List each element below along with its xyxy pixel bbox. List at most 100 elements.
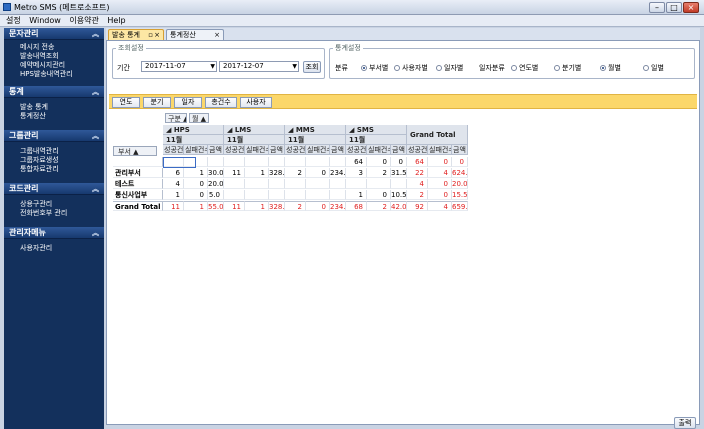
sidebar-item-group-create[interactable]: 그룹자료생성 [20, 156, 104, 165]
close-icon[interactable]: × [214, 30, 220, 40]
sidebar-item-hps[interactable]: HPS발송내역관리 [20, 70, 104, 79]
minimize-button[interactable]: – [649, 2, 665, 13]
table-cell [306, 157, 330, 167]
sidebar-item-reserved[interactable]: 예약메시지관리 [20, 61, 104, 70]
sidebar-section-message[interactable]: 문자관리 ︽ [4, 28, 104, 40]
sidebar-item-group-list[interactable]: 그룹내역관리 [20, 147, 104, 156]
table-cell: 10.5 [391, 190, 407, 200]
radio-quarterly[interactable]: 분기별 [554, 63, 581, 73]
sidebar-item-phonebook[interactable]: 전화번호부 관리 [20, 209, 104, 218]
tab-send-stats[interactable]: 발송 통계 ▫ × [108, 29, 164, 40]
sidebar-item-send[interactable]: 메시지 전송 [20, 43, 104, 52]
chevron-up-icon[interactable]: ︽ [92, 86, 99, 98]
table-cell: 22 [407, 168, 428, 178]
radio-daily[interactable]: 일별 [643, 63, 664, 73]
sidebar-item-send-stats[interactable]: 발송 통계 [20, 103, 104, 112]
table-cell: 0 [306, 168, 330, 178]
grand-total-header: Grand Total [407, 125, 468, 145]
radio-by-date[interactable]: 일자별 [436, 63, 463, 73]
menu-help[interactable]: Help [107, 15, 125, 27]
col-field-month[interactable]: 월 ▲ [189, 113, 209, 123]
sidebar-item-settlement[interactable]: 통계정산 [20, 112, 104, 121]
dropdown-icon[interactable]: ▼ [292, 62, 297, 71]
table-cell: 2 [367, 168, 391, 178]
sub-header: 실패건수 [367, 145, 391, 155]
field-year[interactable]: 연도 [112, 97, 140, 108]
table-cell: 0 [428, 179, 452, 189]
sub-header: 실패건수 [245, 145, 269, 155]
table-cell [306, 190, 330, 200]
sidebar-item-integrated[interactable]: 통합자료관리 [20, 165, 104, 174]
table-cell: 20.0 [208, 179, 224, 189]
menu-settings[interactable]: 설정 [6, 15, 21, 27]
table-cell [269, 179, 285, 189]
field-user[interactable]: 사용자 [240, 97, 272, 108]
table-cell: 1 [163, 190, 184, 200]
chevron-up-icon[interactable]: ︽ [92, 227, 99, 239]
table-cell [285, 157, 306, 167]
table-cell: 3 [346, 168, 367, 178]
menu-window[interactable]: Window [29, 15, 61, 27]
sub-header: 실패건수 [184, 145, 208, 155]
date-category-label: 일자분류 [479, 64, 505, 72]
table-cell: 0 [428, 157, 452, 167]
title-bar: Metro SMS (메트로소프트) – □ × [0, 0, 704, 15]
table-cell [346, 179, 367, 189]
pin-icon[interactable]: ▫ [148, 30, 153, 40]
radio-monthly[interactable]: 월별 [600, 63, 621, 73]
chevron-up-icon[interactable]: ︽ [92, 28, 99, 40]
radio-by-department[interactable]: 부서별 [361, 63, 388, 73]
search-button[interactable]: 조회 [303, 61, 321, 73]
menu-terms[interactable]: 이용약관 [69, 15, 98, 27]
sub-header: 금액 [452, 145, 468, 155]
row-field-department[interactable]: 부서 ▲ [113, 146, 157, 156]
field-date[interactable]: 일자 [174, 97, 202, 108]
table-cell: 4 [407, 179, 428, 189]
group-header-lms[interactable]: ◢ LMS [224, 125, 285, 135]
table-cell: 30.0 [208, 168, 224, 178]
sidebar-section-code[interactable]: 코드관리 ︽ [4, 183, 104, 195]
close-button[interactable]: × [683, 2, 699, 13]
month-header: 11월 [163, 135, 224, 145]
group-header-sms[interactable]: ◢ SMS [346, 125, 407, 135]
sidebar-section-group[interactable]: 그룹관리 ︽ [4, 130, 104, 142]
date-to-field[interactable]: 2017-12-07 ▼ [219, 61, 299, 72]
print-button[interactable]: 출력 [674, 417, 696, 429]
table-cell [285, 179, 306, 189]
field-total-count[interactable]: 총건수 [205, 97, 237, 108]
tab-settlement[interactable]: 통계정산 × [166, 29, 224, 40]
table-cell: 0 [306, 201, 330, 211]
maximize-button[interactable]: □ [666, 2, 682, 13]
group-header-mms[interactable]: ◢ MMS [285, 125, 346, 135]
table-cell: 1 [245, 201, 269, 211]
close-icon[interactable]: × [154, 30, 160, 40]
radio-yearly[interactable]: 연도별 [511, 63, 538, 73]
date-from-field[interactable]: 2017-11-07 ▼ [141, 61, 217, 72]
field-quarter[interactable]: 분기 [143, 97, 171, 108]
chevron-up-icon[interactable]: ︽ [92, 183, 99, 195]
radio-by-user[interactable]: 사용자별 [394, 63, 428, 73]
table-cell [245, 179, 269, 189]
row-label: 테스트 [113, 179, 163, 189]
table-cell: 2 [285, 168, 306, 178]
table-cell [391, 179, 407, 189]
content-panel: 조회설정 기간 2017-11-07 ▼ 2017-12-07 ▼ 조회 통계설정 … [106, 40, 700, 429]
table-cell: 4 [428, 201, 452, 211]
table-cell [285, 190, 306, 200]
table-cell: 0 [452, 157, 468, 167]
sidebar-item-history[interactable]: 발송내역조회 [20, 52, 104, 61]
table-cell: 1 [245, 168, 269, 178]
sidebar-section-stats[interactable]: 통계 ︽ [4, 86, 104, 98]
dropdown-icon[interactable]: ▼ [210, 62, 215, 71]
sidebar-item-users[interactable]: 사용자관리 [20, 244, 104, 253]
tab-strip: 발송 통계 ▫ × 통계정산 × [106, 28, 700, 40]
month-header: 11월 [285, 135, 346, 145]
table-cell: 42.0 [391, 201, 407, 211]
chevron-up-icon[interactable]: ︽ [92, 130, 99, 142]
selected-cell[interactable] [163, 157, 196, 168]
group-header-hps[interactable]: ◢ HPS [163, 125, 224, 135]
window-title: Metro SMS (메트로소프트) [14, 3, 110, 12]
col-field-type[interactable]: 구분 ▲ [165, 113, 187, 123]
sidebar-section-admin[interactable]: 관리자메뉴 ︽ [4, 227, 104, 239]
sidebar-item-phrases[interactable]: 상용구관리 [20, 200, 104, 209]
